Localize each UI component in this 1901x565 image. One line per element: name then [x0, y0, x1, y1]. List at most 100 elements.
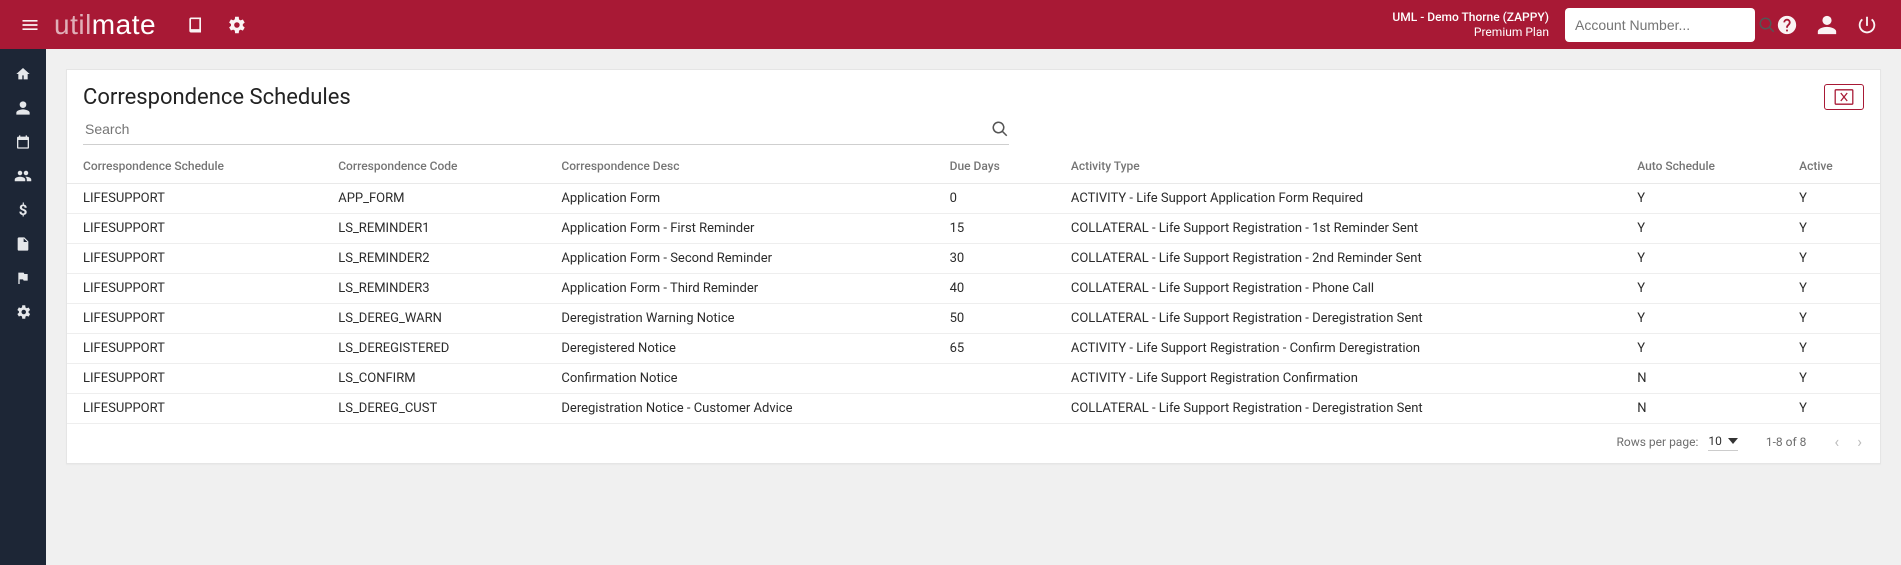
flag-icon	[15, 270, 31, 286]
table-row[interactable]: LIFESUPPORTAPP_FORMApplication Form0ACTI…	[67, 184, 1880, 214]
cell-auto: Y	[1621, 334, 1783, 364]
side-nav: $	[0, 49, 46, 565]
cell-schedule: LIFESUPPORT	[67, 244, 322, 274]
table-row[interactable]: LIFESUPPORTLS_REMINDER3Application Form …	[67, 274, 1880, 304]
col-schedule[interactable]: Correspondence Schedule	[67, 149, 322, 184]
col-activity[interactable]: Activity Type	[1055, 149, 1621, 184]
cell-auto: Y	[1621, 184, 1783, 214]
cell-auto: Y	[1621, 214, 1783, 244]
table-search-input[interactable]	[83, 120, 991, 138]
cell-desc: Deregistered Notice	[545, 334, 933, 364]
cell-due: 0	[934, 184, 1055, 214]
cell-due: 65	[934, 334, 1055, 364]
search-icon[interactable]	[991, 120, 1009, 138]
cell-active: Y	[1783, 334, 1880, 364]
account-line1: UML - Demo Thorne (ZAPPY)	[1392, 10, 1549, 25]
nav-customers[interactable]	[0, 91, 46, 125]
help-icon	[1776, 14, 1798, 36]
cell-code: LS_DEREGISTERED	[322, 334, 545, 364]
nav-docs[interactable]	[0, 227, 46, 261]
col-code[interactable]: Correspondence Code	[322, 149, 545, 184]
logo-part-2: mate	[92, 9, 156, 41]
cell-activity: COLLATERAL - Life Support Registration -…	[1055, 304, 1621, 334]
cell-desc: Application Form	[545, 184, 933, 214]
cell-desc: Application Form - Second Reminder	[545, 244, 933, 274]
cell-active: Y	[1783, 364, 1880, 394]
cell-code: LS_DEREG_CUST	[322, 394, 545, 424]
book-icon	[186, 15, 206, 35]
cell-code: LS_CONFIRM	[322, 364, 545, 394]
cell-desc: Confirmation Notice	[545, 364, 933, 394]
cell-code: LS_REMINDER3	[322, 274, 545, 304]
settings-button[interactable]	[216, 5, 256, 45]
cell-active: Y	[1783, 394, 1880, 424]
cell-activity: COLLATERAL - Life Support Registration -…	[1055, 214, 1621, 244]
cell-desc: Deregistration Warning Notice	[545, 304, 933, 334]
cell-schedule: LIFESUPPORT	[67, 274, 322, 304]
prev-page-button[interactable]: ‹	[1834, 432, 1839, 451]
logout-button[interactable]	[1847, 5, 1887, 45]
col-auto[interactable]: Auto Schedule	[1621, 149, 1783, 184]
dollar-icon: $	[19, 201, 28, 219]
cell-activity: ACTIVITY - Life Support Registration Con…	[1055, 364, 1621, 394]
global-search[interactable]	[1565, 8, 1755, 42]
cell-active: Y	[1783, 214, 1880, 244]
page-title: Correspondence Schedules	[83, 85, 351, 110]
cell-activity: ACTIVITY - Life Support Registration - C…	[1055, 334, 1621, 364]
table-row[interactable]: LIFESUPPORTLS_CONFIRMConfirmation Notice…	[67, 364, 1880, 394]
nav-calendar[interactable]	[0, 125, 46, 159]
cell-due: 50	[934, 304, 1055, 334]
table-row[interactable]: LIFESUPPORTLS_REMINDER1Application Form …	[67, 214, 1880, 244]
cell-activity: COLLATERAL - Life Support Registration -…	[1055, 244, 1621, 274]
global-search-input[interactable]	[1573, 16, 1758, 34]
excel-icon	[1834, 89, 1854, 105]
nav-groups[interactable]	[0, 159, 46, 193]
dropdown-icon	[1728, 438, 1738, 444]
cell-activity: COLLATERAL - Life Support Registration -…	[1055, 394, 1621, 424]
col-active[interactable]: Active	[1783, 149, 1880, 184]
table-search[interactable]	[83, 116, 1009, 145]
export-excel-button[interactable]	[1824, 84, 1864, 110]
table-header-row: Correspondence Schedule Correspondence C…	[67, 149, 1880, 184]
table-row[interactable]: LIFESUPPORTLS_REMINDER2Application Form …	[67, 244, 1880, 274]
schedules-card: Correspondence Schedules Correspondence …	[66, 69, 1881, 464]
cell-due: 40	[934, 274, 1055, 304]
cell-schedule: LIFESUPPORT	[67, 364, 322, 394]
help-button[interactable]	[1767, 5, 1807, 45]
nav-settings[interactable]	[0, 295, 46, 329]
page-range: 1-8 of 8	[1766, 435, 1807, 449]
rows-per-page-select[interactable]: 10	[1708, 432, 1738, 451]
nav-billing[interactable]: $	[0, 193, 46, 227]
user-icon	[1816, 14, 1838, 36]
col-due[interactable]: Due Days	[934, 149, 1055, 184]
cell-auto: N	[1621, 394, 1783, 424]
cell-code: LS_REMINDER1	[322, 214, 545, 244]
cell-active: Y	[1783, 304, 1880, 334]
table-row[interactable]: LIFESUPPORTLS_DEREG_CUSTDeregistration N…	[67, 394, 1880, 424]
cell-schedule: LIFESUPPORT	[67, 394, 322, 424]
nav-home[interactable]	[0, 57, 46, 91]
cell-desc: Deregistration Notice - Customer Advice	[545, 394, 933, 424]
table-row[interactable]: LIFESUPPORTLS_DEREGISTEREDDeregistered N…	[67, 334, 1880, 364]
profile-button[interactable]	[1807, 5, 1847, 45]
nav-flags[interactable]	[0, 261, 46, 295]
account-line2: Premium Plan	[1392, 25, 1549, 40]
cell-activity: COLLATERAL - Life Support Registration -…	[1055, 274, 1621, 304]
next-page-button[interactable]: ›	[1857, 432, 1862, 451]
cell-due	[934, 364, 1055, 394]
table-row[interactable]: LIFESUPPORTLS_DEREG_WARNDeregistration W…	[67, 304, 1880, 334]
cell-code: LS_REMINDER2	[322, 244, 545, 274]
cell-active: Y	[1783, 244, 1880, 274]
cell-schedule: LIFESUPPORT	[67, 214, 322, 244]
cell-active: Y	[1783, 184, 1880, 214]
cogs-icon	[14, 303, 32, 321]
cell-desc: Application Form - First Reminder	[545, 214, 933, 244]
cell-auto: N	[1621, 364, 1783, 394]
menu-toggle-button[interactable]	[10, 5, 50, 45]
col-desc[interactable]: Correspondence Desc	[545, 149, 933, 184]
power-icon	[1856, 14, 1878, 36]
cell-auto: Y	[1621, 274, 1783, 304]
docs-button[interactable]	[176, 5, 216, 45]
cell-active: Y	[1783, 274, 1880, 304]
user-icon	[15, 100, 31, 116]
